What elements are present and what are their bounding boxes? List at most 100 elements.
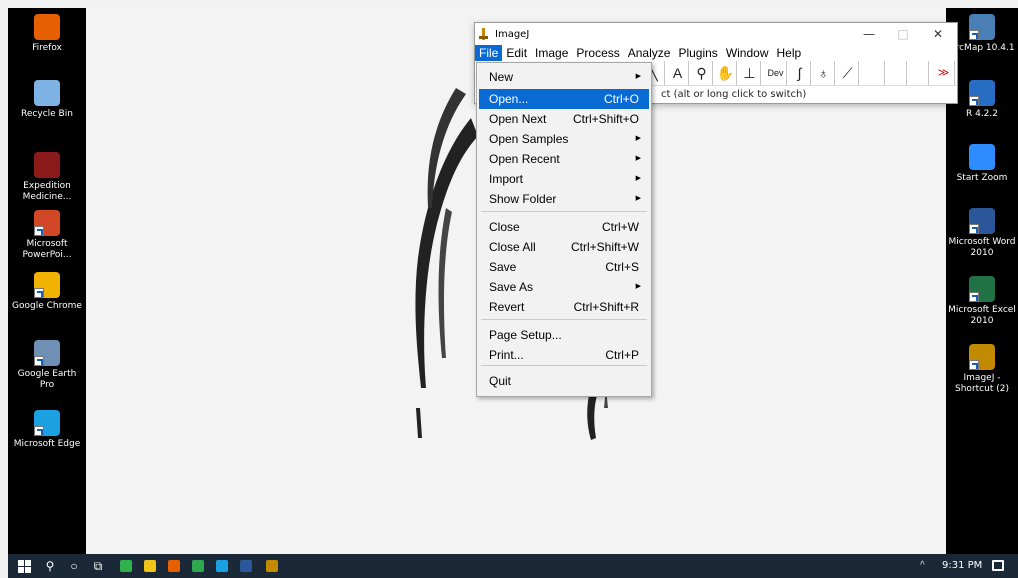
desktop-icon[interactable]: Google Chrome [10, 272, 84, 312]
desktop-icon-label: Expedition Medicine... [22, 181, 72, 202]
stamp-icon[interactable]: ♁ [813, 61, 835, 85]
menu-separator [481, 211, 647, 212]
file-menu-item[interactable]: Import ▶ [479, 169, 649, 189]
menu-item-label: Open... [489, 92, 529, 106]
menu-process[interactable]: Process [572, 45, 623, 61]
desktop-icon[interactable]: Start Zoom [946, 144, 1018, 184]
more-tools-icon[interactable]: ≫ [933, 61, 955, 85]
menu-item-shortcut: Ctrl+Shift+W [570, 240, 639, 254]
menu-item-label: Save As [489, 280, 534, 294]
taskbar-app-button[interactable] [210, 554, 234, 578]
file-menu-item[interactable]: Save Ctrl+S [479, 257, 649, 277]
shortcut-arrow-icon [969, 360, 979, 370]
file-menu-item[interactable]: Close Ctrl+W [479, 217, 649, 237]
menu-separator [481, 319, 647, 320]
magnifier-icon[interactable]: ⚲ [691, 61, 713, 85]
shortcut-arrow-icon [969, 96, 979, 106]
taskbar-app-button[interactable] [260, 554, 284, 578]
menu-item-label: Import [489, 172, 524, 186]
taskbar-app-button[interactable]: ○ [62, 554, 86, 578]
menu-plugins[interactable]: Plugins [674, 45, 721, 61]
pencil-icon[interactable]: ⟋ [837, 61, 859, 85]
google-earth-icon [34, 340, 60, 366]
hand-tool-icon[interactable]: ✋ [715, 61, 737, 85]
text-tool-icon[interactable]: A [667, 61, 689, 85]
taskbar-app-button[interactable] [114, 554, 138, 578]
minimize-button[interactable]: — [852, 23, 886, 45]
empty-slot-icon[interactable] [907, 61, 929, 85]
maximize-button[interactable]: □ [886, 23, 920, 45]
file-menu-item[interactable]: Open Recent ▶ [479, 149, 649, 169]
file-menu-item[interactable]: Open... Ctrl+O [479, 89, 649, 109]
menu-file[interactable]: File [475, 45, 503, 61]
start-button[interactable] [12, 554, 36, 578]
file-menu-item[interactable]: Revert Ctrl+Shift+R [479, 297, 649, 317]
menu-item-label: Open Recent [489, 152, 560, 166]
menu-item-shortcut: Ctrl+S [605, 260, 639, 274]
menu-item-label: New [489, 70, 514, 84]
brush-icon[interactable]: ∫ [789, 61, 811, 85]
menu-bar: File Edit Image Process Analyze Plugins … [475, 45, 957, 61]
file-menu-item[interactable]: Print... Ctrl+P [479, 345, 649, 365]
taskbar: ⚲ ○ ⧉ ^ 9:31 PM [8, 554, 1018, 578]
desktop-icon[interactable]: Firefox [10, 14, 84, 54]
window-titlebar[interactable]: ImageJ — □ ✕ [475, 23, 957, 45]
task-view-icon: ⧉ [93, 558, 103, 573]
desktop-icon[interactable]: ImageJ - Shortcut (2) [946, 344, 1018, 395]
menu-edit[interactable]: Edit [502, 45, 531, 61]
file-menu-item[interactable]: Open Samples ▶ [479, 129, 649, 149]
empty-slot-icon[interactable] [885, 61, 907, 85]
taskbar-app-button[interactable]: ⚲ [38, 554, 62, 578]
menu-help[interactable]: Help [773, 45, 806, 61]
submenu-arrow-icon: ▶ [635, 195, 641, 202]
zoom-icon [969, 144, 995, 170]
file-menu-item[interactable]: Page Setup... [479, 325, 649, 345]
imagej-icon [266, 560, 278, 572]
notification-icon[interactable] [992, 560, 1004, 571]
taskbar-app-button[interactable] [234, 554, 258, 578]
developer-menu-icon[interactable]: Dev [765, 61, 787, 85]
word-icon [969, 208, 995, 234]
menu-window[interactable]: Window [722, 45, 773, 61]
menu-item-label: Save [489, 260, 517, 274]
desktop-icon[interactable]: Microsoft Excel 2010 [946, 276, 1018, 327]
word-icon [240, 560, 252, 572]
desktop-icon[interactable]: Microsoft PowerPoi... [10, 210, 84, 261]
file-menu-item[interactable]: Show Folder ▶ [479, 189, 649, 209]
taskbar-app-button[interactable]: ⧉ [86, 554, 110, 578]
file-menu-item[interactable]: Quit [479, 371, 649, 391]
desktop-icon[interactable]: Recycle Bin [10, 80, 84, 120]
menu-analyze[interactable]: Analyze [624, 45, 675, 61]
taskbar-app-button[interactable] [138, 554, 162, 578]
file-menu-item[interactable]: New ▶ [479, 67, 649, 87]
taskbar-app-button[interactable] [162, 554, 186, 578]
dropper-icon[interactable]: ⊥ [739, 61, 761, 85]
desktop-icon-label: Google Earth Pro [17, 369, 77, 390]
empty-slot-icon[interactable] [863, 61, 885, 85]
desktop-icon-label: Microsoft Word 2010 [948, 237, 1016, 258]
clock[interactable]: 9:31 PM [942, 554, 982, 578]
document-icon [34, 152, 60, 178]
desktop-icon[interactable]: Microsoft Edge [10, 410, 84, 450]
edge-icon [120, 560, 132, 572]
desktop-icon-label: Firefox [32, 43, 62, 53]
close-button[interactable]: ✕ [921, 23, 955, 45]
desktop-icon-label: Microsoft Edge [13, 439, 81, 449]
shortcut-arrow-icon [34, 288, 44, 298]
menu-item-label: Revert [489, 300, 525, 314]
file-menu-item[interactable]: Close All Ctrl+Shift+W [479, 237, 649, 257]
menu-item-label: Close All [489, 240, 536, 254]
imagej-icon [969, 344, 995, 370]
file-menu-item[interactable]: Save As ▶ [479, 277, 649, 297]
menu-image[interactable]: Image [531, 45, 572, 61]
desktop-icon[interactable]: Microsoft Word 2010 [946, 208, 1018, 259]
file-menu-item[interactable]: Open Next Ctrl+Shift+O [479, 109, 649, 129]
excel-icon [969, 276, 995, 302]
taskbar-app-button[interactable] [186, 554, 210, 578]
desktop-icon[interactable]: Expedition Medicine... [10, 152, 84, 203]
desktop-icon[interactable]: Google Earth Pro [10, 340, 84, 391]
desktop-icon-label: Recycle Bin [21, 109, 73, 119]
file-menu-dropdown: New ▶ Open... Ctrl+O Open Next Ctrl+Shift+O Op… [476, 62, 652, 397]
show-hidden-icons-icon[interactable]: ^ [920, 554, 925, 578]
shortcut-arrow-icon [34, 356, 44, 366]
